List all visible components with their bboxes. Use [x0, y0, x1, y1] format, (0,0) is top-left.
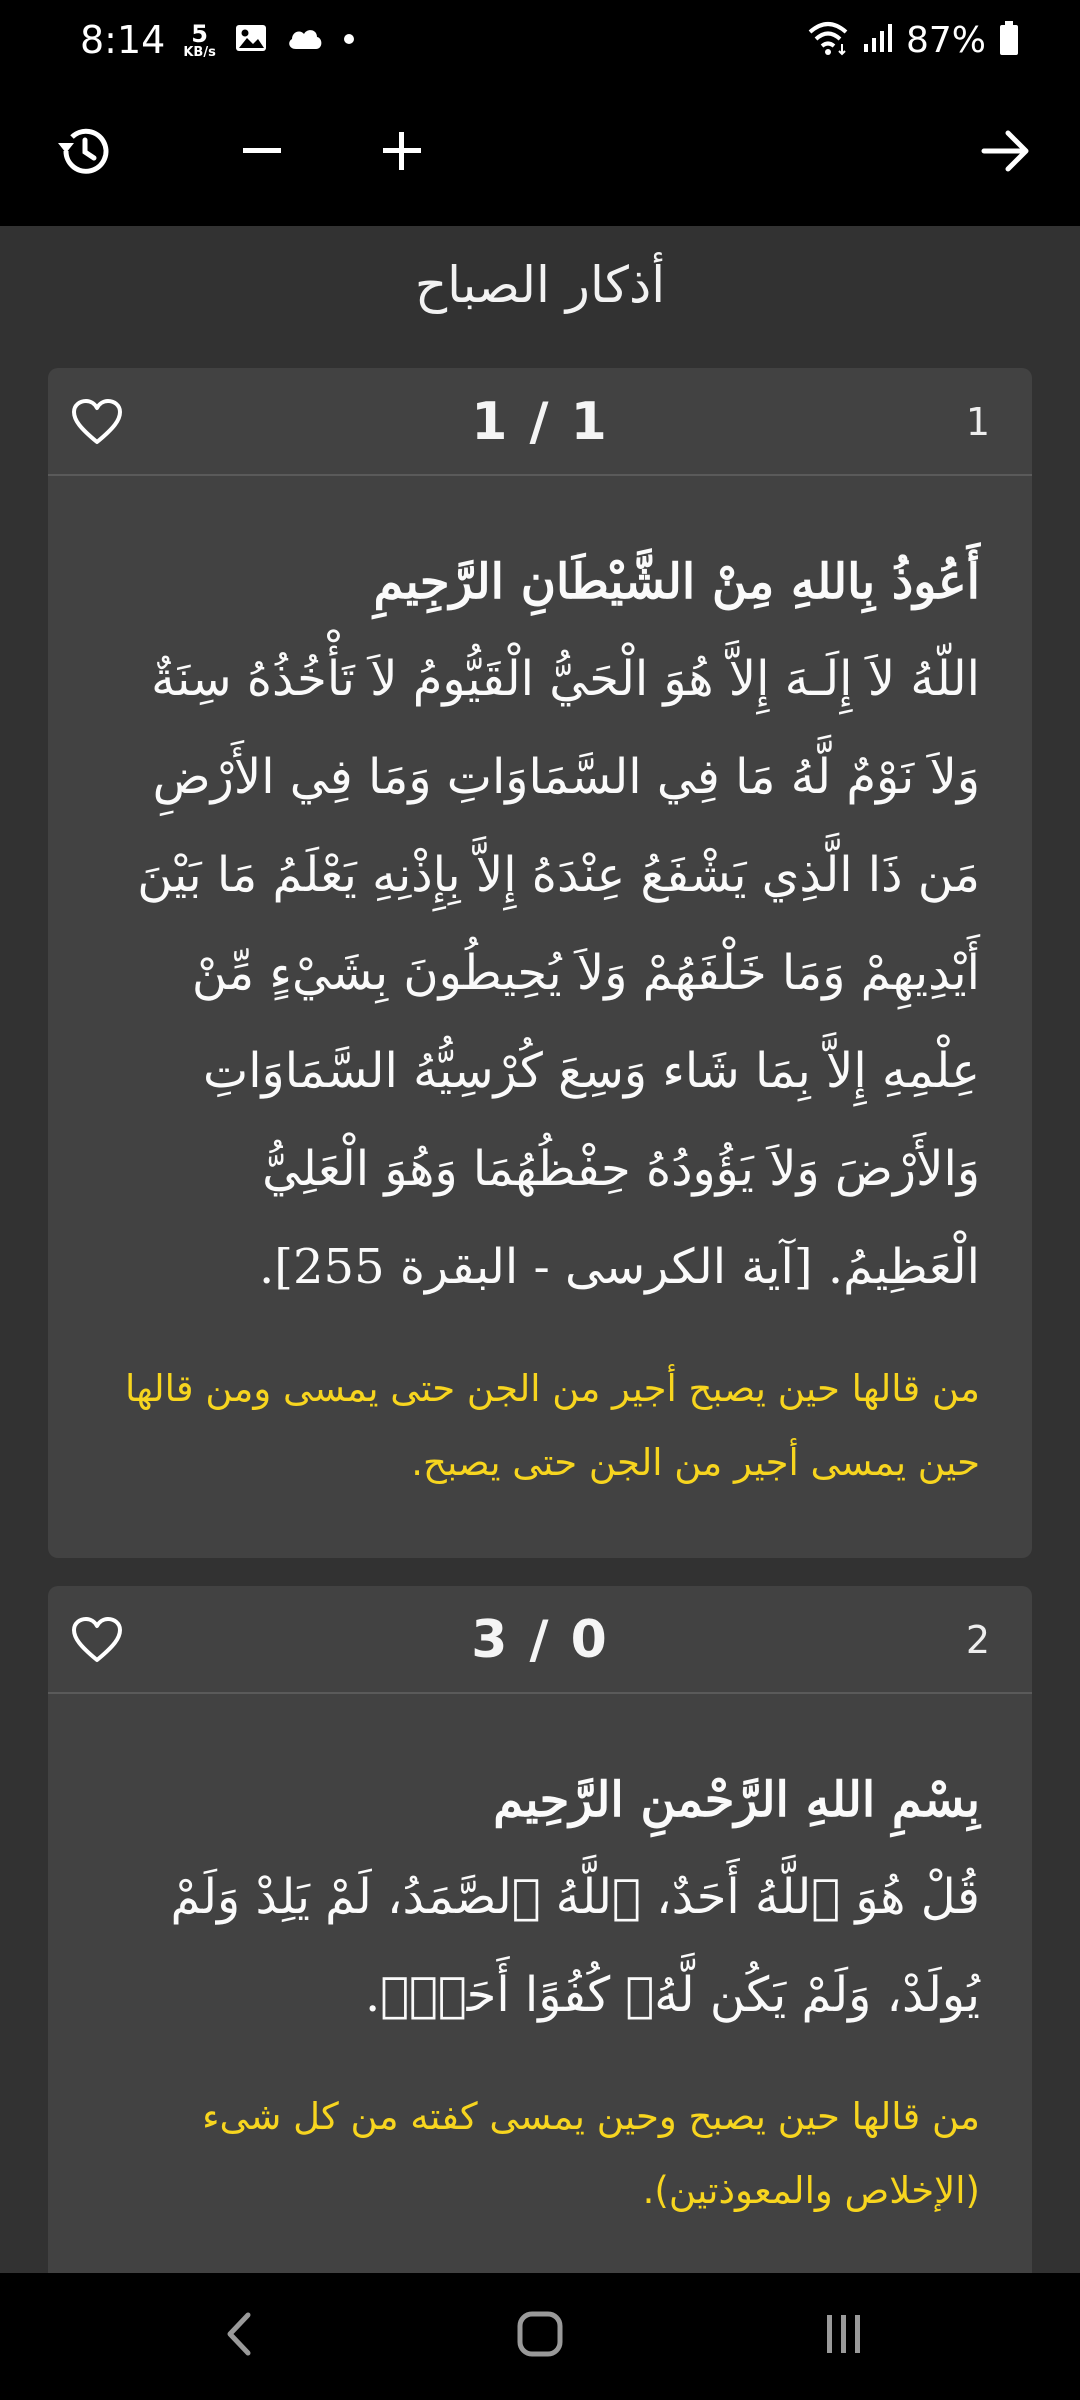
image-icon	[234, 23, 268, 57]
minus-icon	[237, 126, 287, 180]
card-index: 2	[965, 1618, 990, 1662]
network-speed-unit: KB/s	[183, 44, 216, 60]
zikr-card: 3 / 0 2 بِسْمِ اللهِ الرَّحْمنِ الرَّحِي…	[48, 1586, 1032, 2286]
card-body: أَعُوذُ بِاللهِ مِنْ الشَّيْطَانِ الرَّج…	[48, 476, 1032, 1500]
decrease-font-button[interactable]	[222, 113, 302, 193]
plus-icon	[377, 126, 427, 180]
network-speed-value: 5	[191, 19, 208, 48]
zikr-note: من قالها حين يصبح أجير من الجن حتى يمسى …	[125, 1367, 980, 1484]
home-button[interactable]	[480, 2291, 600, 2381]
zikr-card: 1 / 1 1 أَعُوذُ بِاللهِ مِنْ الشَّيْطَان…	[48, 368, 1032, 1558]
arrow-right-icon	[978, 123, 1034, 183]
cloud-icon	[286, 25, 324, 55]
history-icon	[54, 121, 114, 185]
card-header: 1 / 1 1	[48, 368, 1032, 476]
card-index: 1	[965, 400, 990, 444]
zikr-note: من قالها حين يصبح وحين يمسى كفته من كل ش…	[202, 2095, 980, 2212]
home-icon	[515, 2309, 565, 2363]
battery-icon	[998, 20, 1020, 60]
dot-icon	[342, 31, 356, 50]
zikr-title: بِسْمِ اللهِ الرَّحْمنِ الرَّحِيم	[493, 1772, 980, 1828]
repeat-counter[interactable]: 3 / 0	[48, 1586, 1032, 1694]
signal-icon	[862, 22, 894, 58]
status-bar: 8:14 5 KB/s 87%	[0, 0, 1080, 80]
card-header: 3 / 0 2	[48, 1586, 1032, 1694]
network-speed: 5 KB/s	[183, 22, 215, 59]
repeat-counter[interactable]: 1 / 1	[48, 368, 1032, 476]
status-right: 87%	[806, 0, 1020, 80]
battery-percent: 87%	[905, 19, 986, 61]
status-time: 8:14	[80, 18, 166, 62]
zikr-title: أَعُوذُ بِاللهِ مِنْ الشَّيْطَانِ الرَّج…	[373, 554, 980, 610]
wifi-icon	[806, 20, 850, 60]
back-button[interactable]	[180, 2291, 300, 2381]
zikr-text: قُلْ هُوَ ٱللَّهُ أَحَدٌ، ٱللَّهُ ٱلصَّم…	[170, 1869, 980, 2023]
recents-button[interactable]	[784, 2291, 904, 2381]
recents-icon	[819, 2309, 869, 2363]
status-left: 8:14 5 KB/s	[80, 0, 356, 80]
increase-font-button[interactable]	[362, 113, 442, 193]
forward-button[interactable]	[966, 113, 1046, 193]
history-button[interactable]	[44, 113, 124, 193]
navigation-bar	[0, 2273, 1080, 2400]
back-icon	[220, 2309, 260, 2363]
zikr-text: اللّهُ لاَ إِلَـهَ إِلاَّ هُوَ الْحَيُّ …	[137, 651, 980, 1295]
toolbar	[0, 80, 1080, 226]
card-body: بِسْمِ اللهِ الرَّحْمنِ الرَّحِيم قُلْ ه…	[48, 1694, 1032, 2228]
page-title: أذكار الصباح	[414, 256, 666, 314]
